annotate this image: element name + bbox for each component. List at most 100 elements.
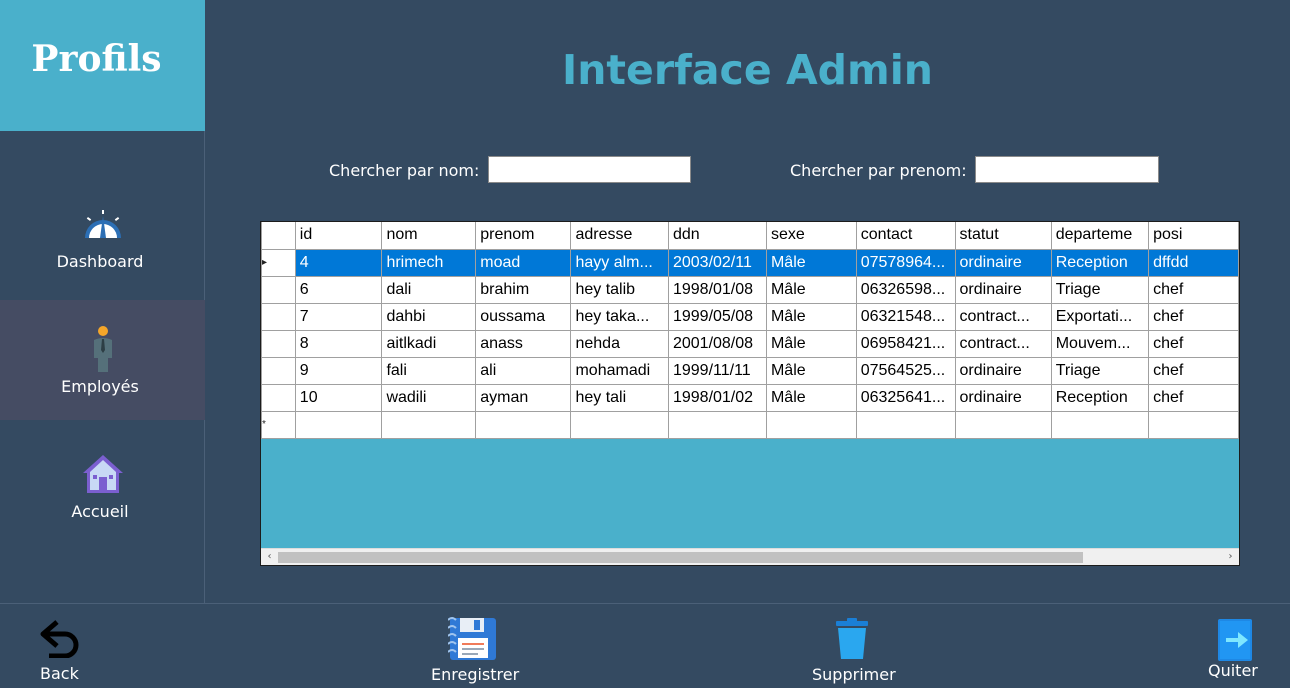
table-cell[interactable]: 06958421... — [855, 329, 956, 358]
table-row[interactable]: 9 fali ali mohamadi 1999/11/11 Mâle 0756… — [261, 356, 1239, 385]
table-cell[interactable]: contract... — [954, 329, 1052, 358]
table-cell[interactable]: Triage — [1050, 356, 1150, 385]
table-cell[interactable]: hrimech — [381, 248, 477, 277]
table-row[interactable]: ▸ 4 hrimech moad hayy alm... 2003/02/11 … — [261, 248, 1239, 277]
row-header[interactable] — [261, 356, 296, 385]
table-cell[interactable]: moad — [475, 248, 572, 277]
table-cell[interactable]: chef — [1148, 302, 1239, 331]
table-cell[interactable]: 2001/08/08 — [667, 329, 767, 358]
table-cell[interactable]: 7 — [294, 302, 383, 331]
table-cell[interactable]: chef — [1148, 356, 1239, 385]
table-cell[interactable]: 06325641... — [855, 383, 956, 412]
table-cell[interactable]: 6 — [294, 275, 383, 304]
table-row[interactable]: 7 dahbi oussama hey taka... 1999/05/08 M… — [261, 302, 1239, 331]
employees-grid[interactable]: id nom prenom adresse ddn sexe contact s… — [260, 221, 1240, 566]
table-cell[interactable]: chef — [1148, 275, 1239, 304]
column-header-ddn[interactable]: ddn — [667, 222, 767, 250]
sidebar-item-employes[interactable]: Employés — [0, 300, 205, 420]
table-cell[interactable]: ordinaire — [954, 383, 1052, 412]
table-cell[interactable]: 10 — [294, 383, 383, 412]
table-cell[interactable]: ali — [475, 356, 572, 385]
table-row[interactable]: 10 wadili ayman hey tali 1998/01/02 Mâle… — [261, 383, 1239, 412]
table-cell[interactable]: 07564525... — [855, 356, 956, 385]
table-cell[interactable]: aitlkadi — [381, 329, 477, 358]
table-cell[interactable]: 1999/11/11 — [667, 356, 767, 385]
table-cell[interactable]: Mâle — [765, 275, 857, 304]
row-header[interactable] — [261, 302, 296, 331]
column-header-position[interactable]: posi — [1148, 222, 1239, 250]
column-header-statut[interactable]: statut — [954, 222, 1052, 250]
row-header-new[interactable]: * — [261, 410, 296, 439]
save-button[interactable]: Enregistrer — [430, 612, 519, 686]
column-header-contact[interactable]: contact — [855, 222, 956, 250]
table-cell[interactable]: Reception — [1050, 248, 1150, 277]
table-cell[interactable]: 1998/01/08 — [667, 275, 767, 304]
quit-button[interactable]: Quiter — [1205, 612, 1265, 684]
table-cell[interactable]: Mâle — [765, 248, 857, 277]
table-cell[interactable]: hey taka... — [570, 302, 669, 331]
table-cell[interactable]: fali — [381, 356, 477, 385]
table-cell[interactable] — [1148, 410, 1239, 439]
column-header-id[interactable]: id — [294, 222, 383, 250]
table-cell[interactable]: ordinaire — [954, 275, 1052, 304]
column-header-prenom[interactable]: prenom — [475, 222, 572, 250]
sidebar-item-accueil[interactable]: Accueil — [0, 420, 205, 540]
table-cell[interactable]: wadili — [381, 383, 477, 412]
table-cell[interactable]: 4 — [294, 248, 383, 277]
table-cell[interactable]: dali — [381, 275, 477, 304]
table-row[interactable]: 6 dali brahim hey talib 1998/01/08 Mâle … — [261, 275, 1239, 304]
table-cell[interactable] — [954, 410, 1052, 439]
table-cell[interactable] — [1050, 410, 1150, 439]
table-cell[interactable]: hayy alm... — [570, 248, 669, 277]
column-header-nom[interactable]: nom — [381, 222, 477, 250]
table-cell[interactable]: Mâle — [765, 356, 857, 385]
table-cell[interactable]: Reception — [1050, 383, 1150, 412]
table-cell[interactable]: Mâle — [765, 383, 857, 412]
table-cell[interactable] — [475, 410, 572, 439]
table-cell[interactable]: oussama — [475, 302, 572, 331]
table-cell[interactable]: mohamadi — [570, 356, 669, 385]
back-button[interactable]: Back — [30, 612, 90, 683]
table-cell[interactable]: 1998/01/02 — [667, 383, 767, 412]
table-cell[interactable] — [570, 410, 669, 439]
sidebar-item-dashboard[interactable]: Dashboard — [0, 180, 205, 300]
table-cell[interactable] — [294, 410, 383, 439]
column-header-sexe[interactable]: sexe — [765, 222, 857, 250]
scroll-right-arrow[interactable]: › — [1222, 549, 1239, 565]
table-cell[interactable]: contract... — [954, 302, 1052, 331]
table-cell[interactable]: 1999/05/08 — [667, 302, 767, 331]
row-header-current[interactable]: ▸ — [261, 248, 296, 277]
row-header[interactable] — [261, 275, 296, 304]
search-prenom-input[interactable] — [975, 156, 1159, 183]
table-row[interactable]: 8 aitlkadi anass nehda 2001/08/08 Mâle 0… — [261, 329, 1239, 358]
table-cell[interactable]: 07578964... — [855, 248, 956, 277]
table-cell[interactable] — [765, 410, 857, 439]
table-cell[interactable]: nehda — [570, 329, 669, 358]
column-header-departement[interactable]: departeme — [1050, 222, 1150, 250]
table-cell[interactable]: hey talib — [570, 275, 669, 304]
table-cell[interactable]: hey tali — [570, 383, 669, 412]
table-cell[interactable] — [381, 410, 477, 439]
table-cell[interactable]: 8 — [294, 329, 383, 358]
table-cell[interactable]: dffdd — [1148, 248, 1239, 277]
table-cell[interactable] — [855, 410, 956, 439]
table-cell[interactable]: Exportati... — [1050, 302, 1150, 331]
table-cell[interactable]: 9 — [294, 356, 383, 385]
table-cell[interactable]: ayman — [475, 383, 572, 412]
table-cell[interactable]: chef — [1148, 329, 1239, 358]
delete-button[interactable]: Supprimer — [810, 612, 896, 686]
horizontal-scrollbar[interactable]: ‹ › — [261, 548, 1239, 565]
table-cell[interactable]: brahim — [475, 275, 572, 304]
table-cell[interactable] — [667, 410, 767, 439]
table-cell[interactable]: 06326598... — [855, 275, 956, 304]
table-cell[interactable]: 2003/02/11 — [667, 248, 767, 277]
table-cell[interactable]: chef — [1148, 383, 1239, 412]
table-cell[interactable]: Mouvem... — [1050, 329, 1150, 358]
table-cell[interactable]: dahbi — [381, 302, 477, 331]
table-cell[interactable]: ordinaire — [954, 248, 1052, 277]
search-nom-input[interactable] — [488, 156, 691, 183]
table-cell[interactable]: Triage — [1050, 275, 1150, 304]
scroll-left-arrow[interactable]: ‹ — [261, 549, 278, 565]
row-header[interactable] — [261, 329, 296, 358]
column-header-adresse[interactable]: adresse — [570, 222, 669, 250]
